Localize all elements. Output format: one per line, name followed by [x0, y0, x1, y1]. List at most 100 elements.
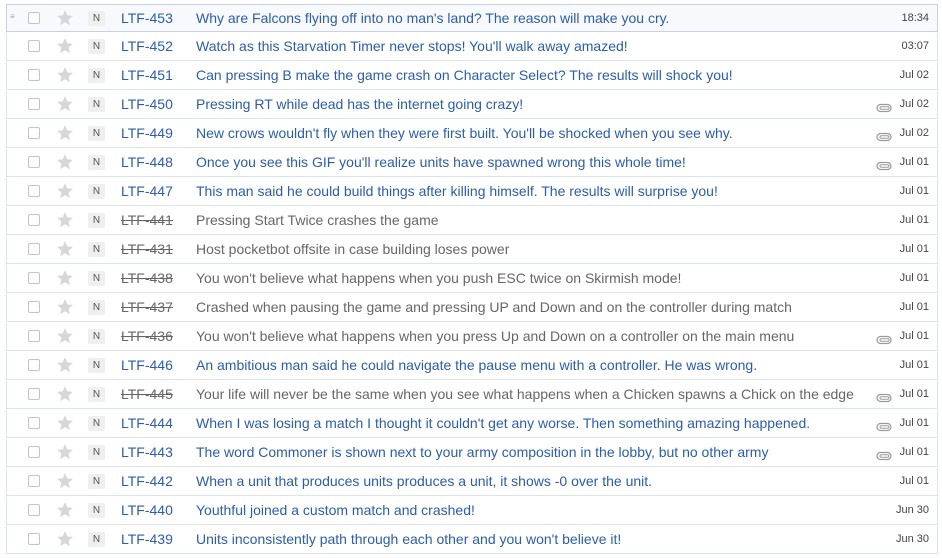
issue-row[interactable]: N LTF-431 Host pocketbot offsite in case b…	[6, 236, 938, 264]
issue-summary-link[interactable]: Youthful joined a custom match and crash…	[196, 497, 868, 524]
select-checkbox[interactable]	[28, 504, 40, 516]
issue-key-link[interactable]: LTF-431	[121, 236, 173, 263]
status-badge: N	[88, 242, 105, 257]
issue-key-link[interactable]: LTF-445	[121, 381, 173, 408]
star-icon[interactable]	[55, 297, 75, 317]
select-checkbox[interactable]	[28, 272, 40, 284]
issue-key-link[interactable]: LTF-448	[121, 149, 173, 176]
drag-handle-icon[interactable]: ≡	[10, 13, 16, 23]
issue-summary-link[interactable]: Watch as this Starvation Timer never sto…	[196, 33, 868, 60]
star-icon[interactable]	[55, 210, 75, 230]
select-checkbox[interactable]	[28, 127, 40, 139]
issue-row[interactable]: ≡ N LTF-453 Why are Falcons flying off into…	[6, 4, 938, 32]
star-icon[interactable]	[55, 500, 75, 520]
star-icon[interactable]	[55, 268, 75, 288]
issue-key-link[interactable]: LTF-451	[121, 62, 173, 89]
star-icon[interactable]	[55, 442, 75, 462]
select-checkbox[interactable]	[28, 69, 40, 81]
star-icon[interactable]	[55, 239, 75, 259]
issue-summary-link[interactable]: An ambitious man said he could navigate …	[196, 352, 868, 379]
issue-summary-link[interactable]: Can pressing B make the game crash on Ch…	[196, 62, 868, 89]
issue-row[interactable]: N LTF-440 Youthful joined a custom match a…	[6, 497, 938, 525]
issue-row[interactable]: N LTF-451 Can pressing B make the game cra…	[6, 62, 938, 90]
star-icon[interactable]	[55, 529, 75, 549]
issue-summary-link[interactable]: When I was losing a match I thought it c…	[196, 410, 868, 437]
star-icon[interactable]	[55, 471, 75, 491]
issue-summary-link[interactable]: Once you see this GIF you'll realize uni…	[196, 149, 868, 176]
issue-row[interactable]: N LTF-437 Crashed when pausing the game an…	[6, 294, 938, 322]
select-checkbox[interactable]	[28, 98, 40, 110]
select-checkbox[interactable]	[28, 417, 40, 429]
select-checkbox[interactable]	[28, 214, 40, 226]
select-checkbox[interactable]	[28, 12, 40, 24]
issue-key-link[interactable]: LTF-440	[121, 497, 173, 524]
star-icon[interactable]	[55, 94, 75, 114]
star-icon[interactable]	[55, 8, 75, 28]
star-icon[interactable]	[55, 181, 75, 201]
issue-summary-link[interactable]: This man said he could build things afte…	[196, 178, 868, 205]
issue-row[interactable]: N LTF-447 This man said he could build thi…	[6, 178, 938, 206]
issue-row[interactable]: N LTF-438 You won't believe what happens w…	[6, 265, 938, 293]
issue-key-link[interactable]: LTF-443	[121, 439, 173, 466]
issue-key-link[interactable]: LTF-449	[121, 120, 173, 147]
issue-row[interactable]: N LTF-449 New crows wouldn't fly when they…	[6, 120, 938, 148]
select-checkbox[interactable]	[28, 156, 40, 168]
issue-row[interactable]: N LTF-444 When I was losing a match I thou…	[6, 410, 938, 438]
select-checkbox[interactable]	[28, 243, 40, 255]
select-checkbox[interactable]	[28, 446, 40, 458]
star-icon[interactable]	[55, 65, 75, 85]
select-checkbox[interactable]	[28, 475, 40, 487]
select-checkbox[interactable]	[28, 330, 40, 342]
star-icon[interactable]	[55, 36, 75, 56]
issue-row[interactable]: N LTF-446 An ambitious man said he could n…	[6, 352, 938, 380]
issue-summary-link[interactable]: The word Commoner is shown next to your …	[196, 439, 868, 466]
star-icon[interactable]	[55, 152, 75, 172]
select-checkbox[interactable]	[28, 359, 40, 371]
issue-summary-link[interactable]: Your life will never be the same when yo…	[196, 381, 868, 408]
issue-summary-link[interactable]: Pressing Start Twice crashes the game	[196, 207, 868, 234]
select-checkbox[interactable]	[28, 388, 40, 400]
star-icon[interactable]	[55, 384, 75, 404]
select-checkbox[interactable]	[28, 185, 40, 197]
issue-row[interactable]: N LTF-441 Pressing Start Twice crashes the…	[6, 207, 938, 235]
star-icon[interactable]	[55, 355, 75, 375]
select-checkbox[interactable]	[28, 301, 40, 313]
issue-row[interactable]: N LTF-452 Watch as this Starvation Timer n…	[6, 33, 938, 61]
issue-key-link[interactable]: LTF-439	[121, 526, 173, 553]
issue-summary-link[interactable]: You won't believe what happens when you …	[196, 323, 868, 350]
issue-row[interactable]: N LTF-436 You won't believe what happens w…	[6, 323, 938, 351]
issue-key-link[interactable]: LTF-436	[121, 323, 173, 350]
issue-key-link[interactable]: LTF-442	[121, 468, 173, 495]
status-badge: N	[88, 97, 105, 112]
issue-summary-link[interactable]: New crows wouldn't fly when they were fi…	[196, 120, 868, 147]
issue-summary-link[interactable]: When a unit that produces units produces…	[196, 468, 868, 495]
issue-key-link[interactable]: LTF-450	[121, 91, 173, 118]
issue-summary-link[interactable]: Units inconsistently path through each o…	[196, 526, 868, 553]
issue-row[interactable]: N LTF-443 The word Commoner is shown next …	[6, 439, 938, 467]
issue-key-link[interactable]: LTF-441	[121, 207, 173, 234]
select-checkbox[interactable]	[28, 533, 40, 545]
issue-row[interactable]: N LTF-442 When a unit that produces units …	[6, 468, 938, 496]
attachment-icon	[876, 419, 892, 432]
status-badge: N	[88, 503, 105, 518]
issue-key-link[interactable]: LTF-452	[121, 33, 173, 60]
issue-summary-link[interactable]: Why are Falcons flying off into no man's…	[196, 5, 868, 32]
issue-row[interactable]: N LTF-450 Pressing RT while dead has the i…	[6, 91, 938, 119]
issue-summary-link[interactable]: Pressing RT while dead has the internet …	[196, 91, 868, 118]
star-icon[interactable]	[55, 123, 75, 143]
issue-key-link[interactable]: LTF-447	[121, 178, 173, 205]
issue-key-link[interactable]: LTF-453	[121, 5, 173, 32]
issue-row[interactable]: N LTF-445 Your life will never be the same…	[6, 381, 938, 409]
star-icon[interactable]	[55, 413, 75, 433]
issue-row[interactable]: N LTF-448 Once you see this GIF you'll rea…	[6, 149, 938, 177]
issue-key-link[interactable]: LTF-437	[121, 294, 173, 321]
issue-summary-link[interactable]: Host pocketbot offsite in case building …	[196, 236, 868, 263]
issue-summary-link[interactable]: You won't believe what happens when you …	[196, 265, 868, 292]
issue-row[interactable]: N LTF-439 Units inconsistently path throug…	[6, 526, 938, 554]
select-checkbox[interactable]	[28, 40, 40, 52]
issue-summary-link[interactable]: Crashed when pausing the game and pressi…	[196, 294, 868, 321]
star-icon[interactable]	[55, 326, 75, 346]
issue-key-link[interactable]: LTF-438	[121, 265, 173, 292]
issue-key-link[interactable]: LTF-446	[121, 352, 173, 379]
issue-key-link[interactable]: LTF-444	[121, 410, 173, 437]
